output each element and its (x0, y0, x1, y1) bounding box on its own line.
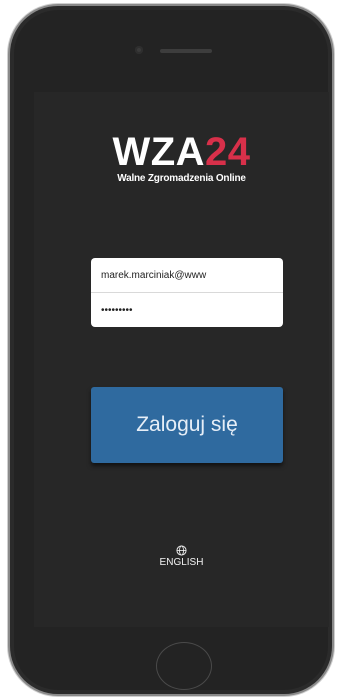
front-camera (135, 46, 143, 54)
home-button (156, 642, 212, 690)
logo-subtitle: Walne Zgromadzenia Online (117, 173, 246, 184)
app-screen: WZA24 Walne Zgromadzenia Online marek.ma… (34, 92, 329, 627)
app-logo: WZA24 Walne Zgromadzenia Online (34, 132, 329, 184)
logo-text-white: WZA (112, 130, 206, 174)
language-switch[interactable]: ENGLISH (34, 545, 329, 568)
username-field[interactable]: marek.marciniak@www (91, 258, 283, 292)
language-label: ENGLISH (159, 557, 204, 568)
login-form: marek.marciniak@www ••••••••• (91, 258, 283, 327)
earpiece-speaker (160, 49, 212, 53)
logo-wordmark: WZA24 (34, 132, 329, 172)
password-field[interactable]: ••••••••• (91, 292, 283, 327)
logo-text-red: 24 (205, 130, 251, 174)
phone-frame: WZA24 Walne Zgromadzenia Online marek.ma… (10, 6, 332, 694)
login-button[interactable]: Zaloguj się (91, 387, 283, 463)
globe-icon (176, 545, 187, 556)
